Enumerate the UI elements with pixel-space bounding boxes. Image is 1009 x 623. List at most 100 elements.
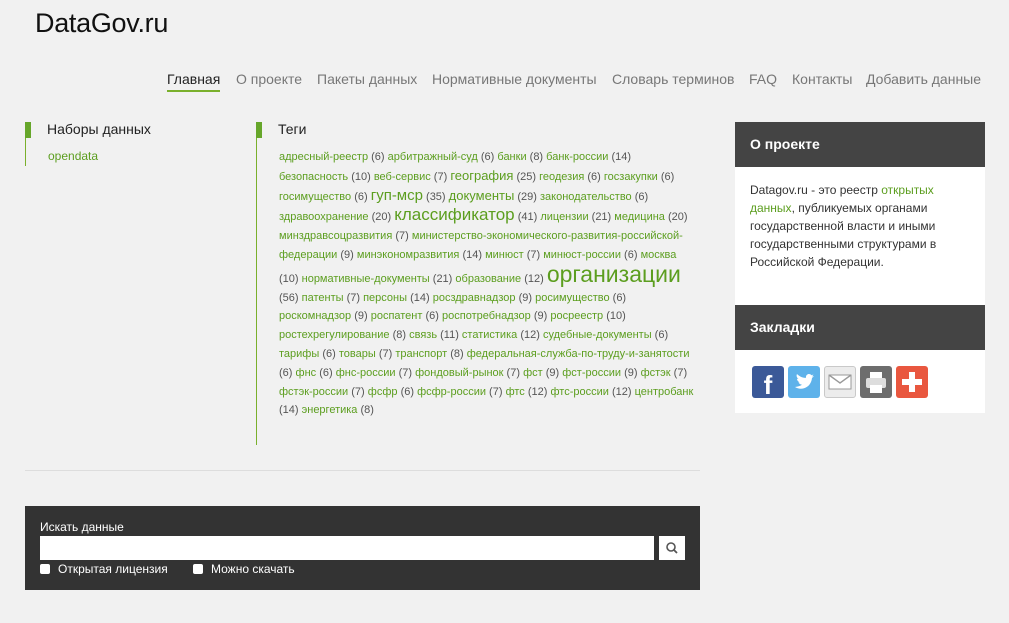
tag-link[interactable]: адресный-реестр: [279, 151, 368, 163]
tag-count: (7): [489, 385, 503, 398]
tag-link[interactable]: фтс-россии: [550, 386, 608, 398]
open-license-checkbox[interactable]: [40, 564, 50, 574]
svg-text:f: f: [764, 370, 773, 398]
tag-link[interactable]: законодательство: [540, 191, 632, 203]
tag-link[interactable]: медицина: [614, 211, 665, 223]
open-license-option[interactable]: Открытая лицензия: [40, 562, 168, 576]
tag-count: (7): [395, 230, 409, 243]
tag-link[interactable]: веб-сервис: [374, 171, 431, 183]
tag-link[interactable]: образование: [455, 273, 521, 285]
tag-count: (6): [634, 190, 649, 203]
nav-faq[interactable]: FAQ: [749, 70, 777, 88]
tag-link[interactable]: фсфр-россии: [417, 386, 486, 398]
search-input[interactable]: [40, 536, 654, 560]
tag-count: (10): [606, 310, 626, 323]
tag-link[interactable]: федеральная-служба-по-труду-и-занятости: [467, 348, 690, 360]
tag-link[interactable]: фст: [523, 367, 543, 379]
tag-link[interactable]: росимущество: [535, 292, 610, 304]
nav-packages[interactable]: Пакеты данных: [317, 70, 417, 88]
tag-link[interactable]: связь: [409, 329, 437, 341]
add-icon[interactable]: [896, 366, 928, 398]
tag-link[interactable]: нормативные-документы: [302, 273, 430, 285]
downloadable-option[interactable]: Можно скачать: [193, 562, 295, 576]
search-icon: [666, 542, 678, 554]
nav-home[interactable]: Главная: [167, 70, 221, 92]
tag-count: (7): [346, 291, 361, 304]
tag-count: (7): [506, 366, 520, 379]
tag-link[interactable]: статистика: [462, 329, 517, 341]
tag-link[interactable]: транспорт: [395, 348, 447, 360]
tag-cloud: адресный-реестр (6) арбитражный-суд (6) …: [279, 148, 699, 420]
print-icon[interactable]: [860, 366, 892, 398]
site-logo[interactable]: DataGov.ru: [35, 8, 168, 39]
tag-link[interactable]: судебные-документы: [543, 329, 652, 341]
tag-link[interactable]: география: [450, 168, 513, 183]
about-text: Datagov.ru - это реестр открытых данных,…: [735, 167, 985, 285]
tag-link[interactable]: минздравсоцразвития: [279, 230, 392, 242]
tag-link[interactable]: госзакупки: [604, 171, 658, 183]
tag-link[interactable]: организации: [547, 261, 681, 287]
tag-count: (14): [611, 151, 632, 163]
downloadable-checkbox[interactable]: [193, 564, 203, 574]
tag-link[interactable]: роспатент: [371, 310, 423, 322]
nav-add-data[interactable]: Добавить данные: [866, 70, 981, 88]
tag-link[interactable]: фнс: [296, 367, 317, 379]
tag-link[interactable]: росздравнадзор: [433, 292, 516, 304]
facebook-icon[interactable]: f: [752, 366, 784, 400]
tag-link[interactable]: минюст-россии: [543, 249, 621, 261]
email-icon[interactable]: [824, 366, 856, 398]
tag-link[interactable]: фстэк-россии: [279, 386, 348, 398]
tag-count: (9): [624, 366, 638, 379]
tag-count: (12): [520, 329, 540, 342]
tag-link[interactable]: роспотребнадзор: [442, 310, 531, 322]
dataset-link-opendata[interactable]: opendata: [48, 149, 98, 163]
tag-link[interactable]: фсфр: [368, 386, 398, 398]
tag-link[interactable]: фстэк: [641, 367, 671, 379]
tag-count: (10): [279, 272, 299, 285]
tags-heading: Теги: [256, 122, 306, 138]
tag-count: (7): [433, 170, 448, 183]
tag-link[interactable]: москва: [641, 249, 677, 261]
tag-link[interactable]: минюст: [485, 249, 524, 261]
twitter-icon[interactable]: [788, 366, 820, 398]
tag-count: (12): [524, 272, 544, 285]
tag-link[interactable]: ростехрегулирование: [279, 329, 390, 341]
tag-link[interactable]: банк-россии: [546, 151, 608, 163]
nav-regulations[interactable]: Нормативные документы: [432, 70, 597, 88]
tag-link[interactable]: геодезия: [539, 171, 584, 183]
tag-link[interactable]: фст-россии: [562, 367, 621, 379]
tag-link[interactable]: фондовый-рынок: [415, 367, 503, 379]
tags-rule: [256, 138, 257, 445]
tag-link[interactable]: товары: [339, 348, 376, 360]
nav-about[interactable]: О проекте: [236, 70, 302, 88]
tag-link[interactable]: лицензии: [540, 211, 588, 223]
tag-link[interactable]: минэкономразвития: [357, 249, 460, 261]
tag-count: (6): [587, 170, 601, 183]
tag-count: (7): [351, 385, 365, 398]
tag-count: (29): [517, 190, 537, 203]
tag-link[interactable]: персоны: [363, 292, 407, 304]
search-button[interactable]: [659, 536, 685, 560]
tag-link[interactable]: роскомнадзор: [279, 310, 351, 322]
tag-link[interactable]: банки: [497, 151, 526, 163]
nav-glossary[interactable]: Словарь терминов: [612, 70, 735, 88]
tag-link[interactable]: безопасность: [279, 171, 348, 183]
tag-link[interactable]: центробанк: [635, 386, 694, 398]
tag-link[interactable]: фнс-россии: [336, 367, 396, 379]
tag-link[interactable]: гуп-мср: [371, 187, 423, 204]
open-license-label: Открытая лицензия: [58, 562, 168, 576]
tag-link[interactable]: тарифы: [279, 348, 319, 360]
tag-link[interactable]: патенты: [302, 292, 344, 304]
tag-link[interactable]: фтс: [506, 386, 525, 398]
tag-link[interactable]: госимущество: [279, 191, 351, 203]
tag-link[interactable]: документы: [449, 188, 515, 203]
tag-count: (7): [398, 366, 413, 379]
tag-link[interactable]: классификатор: [394, 205, 514, 224]
tag-count: (25): [516, 170, 537, 183]
tag-count: (6): [624, 248, 638, 261]
tag-link[interactable]: арбитражный-суд: [388, 151, 478, 163]
tag-link[interactable]: энергетика: [302, 404, 358, 416]
nav-contacts[interactable]: Контакты: [792, 70, 852, 88]
tag-link[interactable]: росреестр: [550, 310, 603, 322]
tag-link[interactable]: здравоохранение: [279, 211, 369, 223]
